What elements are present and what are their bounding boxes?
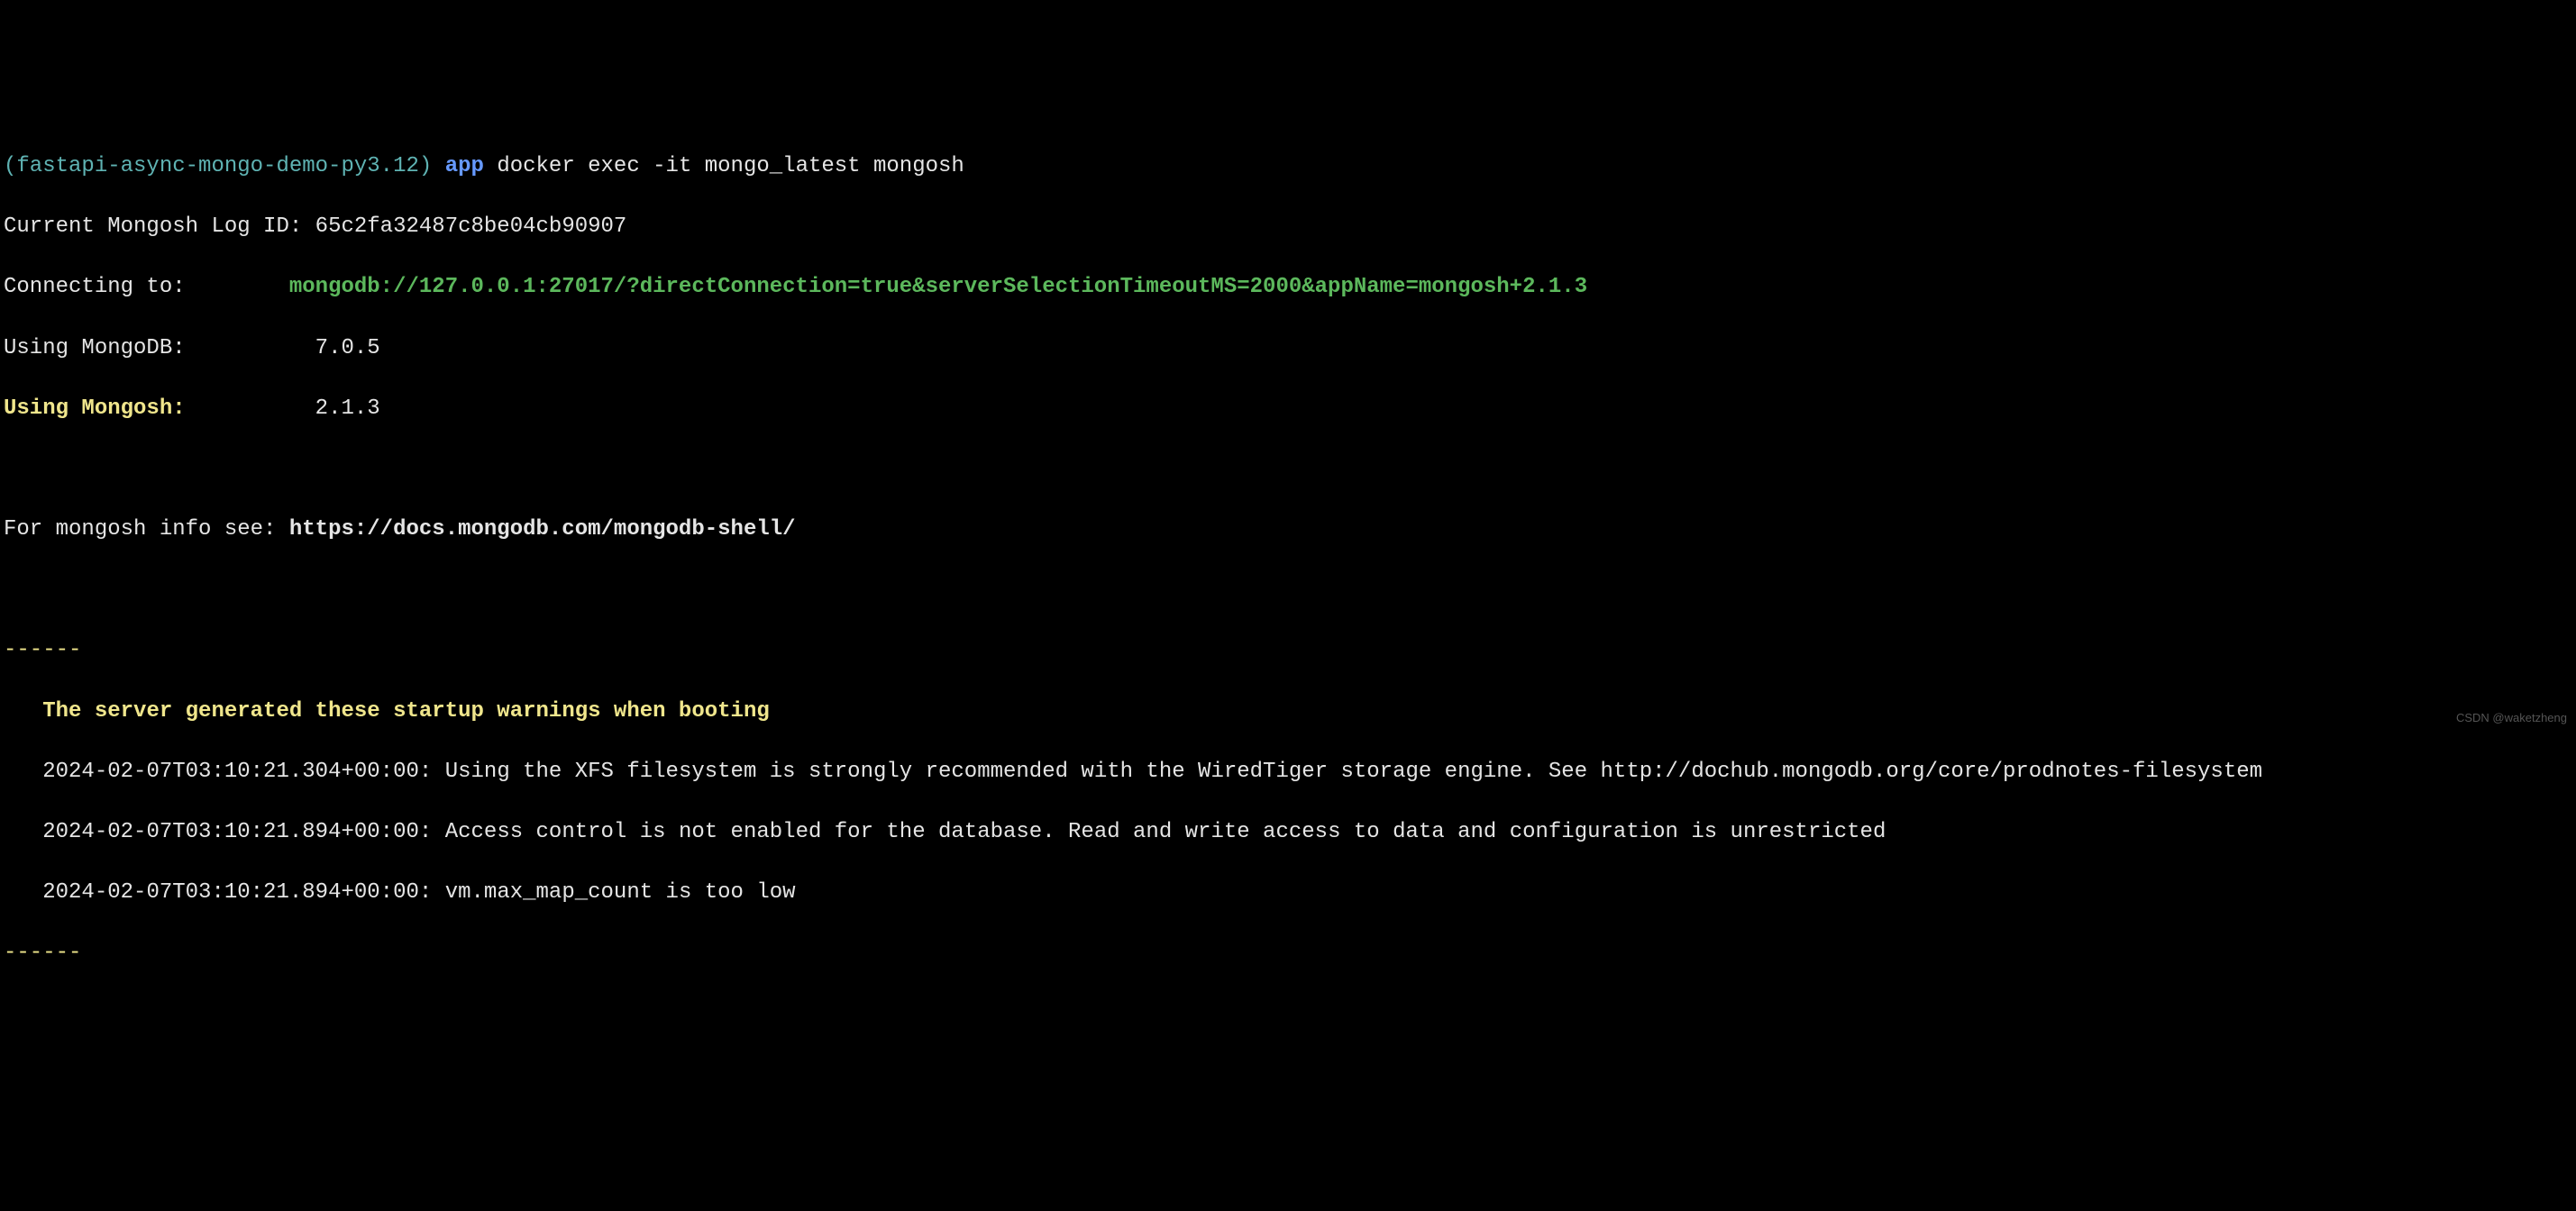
warning-message: Using the XFS filesystem is strongly rec… [445,760,2262,784]
warning-item-2: 2024-02-07T03:10:21.894+00:00: vm.max_ma… [4,878,2572,908]
warning-item-0: 2024-02-07T03:10:21.304+00:00: Using the… [4,757,2572,788]
mongosh-version-line: Using Mongosh: 2.1.3 [4,394,2572,424]
blank-line-2 [4,575,2572,606]
prompt-line: (fastapi-async-mongo-demo-py3.12) app do… [4,151,2572,182]
current-dir: app [445,154,484,178]
log-id-line: Current Mongosh Log ID: 65c2fa32487c8be0… [4,212,2572,242]
warning-message: Access control is not enabled for the da… [445,820,1886,844]
mongosh-label: Using Mongosh: [4,396,186,421]
warning-message: vm.max_map_count is too low [445,880,796,905]
mongodb-value: 7.0.5 [315,336,380,360]
warnings-header: The server generated these startup warni… [4,697,2572,727]
info-url: https://docs.mongodb.com/mongodb-shell/ [289,517,796,542]
mongodb-label: Using MongoDB: [4,336,186,360]
divider-bottom: ------ [4,938,2572,969]
blank-line-1 [4,454,2572,485]
warning-timestamp: 2024-02-07T03:10:21.894+00:00: [42,820,432,844]
log-id-label: Current Mongosh Log ID: [4,214,302,239]
command-text: docker exec -it mongo_latest mongosh [497,154,964,178]
env-name: (fastapi-async-mongo-demo-py3.12) [4,154,432,178]
connecting-line: Connecting to: mongodb://127.0.0.1:27017… [4,272,2572,303]
info-line: For mongosh info see: https://docs.mongo… [4,514,2572,545]
warning-timestamp: 2024-02-07T03:10:21.894+00:00: [42,880,432,905]
mongosh-value: 2.1.3 [315,396,380,421]
terminal-output[interactable]: (fastapi-async-mongo-demo-py3.12) app do… [0,121,2576,998]
watermark-text: CSDN @waketzheng [2456,710,2567,726]
info-prefix: For mongosh info see: [4,517,289,542]
divider-top: ------ [4,635,2572,666]
log-id-value: 65c2fa32487c8be04cb90907 [315,214,627,239]
mongodb-version-line: Using MongoDB: 7.0.5 [4,333,2572,364]
warnings-header-text: The server generated these startup warni… [42,699,770,724]
connecting-label: Connecting to: [4,275,186,299]
warning-item-1: 2024-02-07T03:10:21.894+00:00: Access co… [4,817,2572,848]
warning-timestamp: 2024-02-07T03:10:21.304+00:00: [42,760,432,784]
connecting-url: mongodb://127.0.0.1:27017/?directConnect… [289,275,1587,299]
